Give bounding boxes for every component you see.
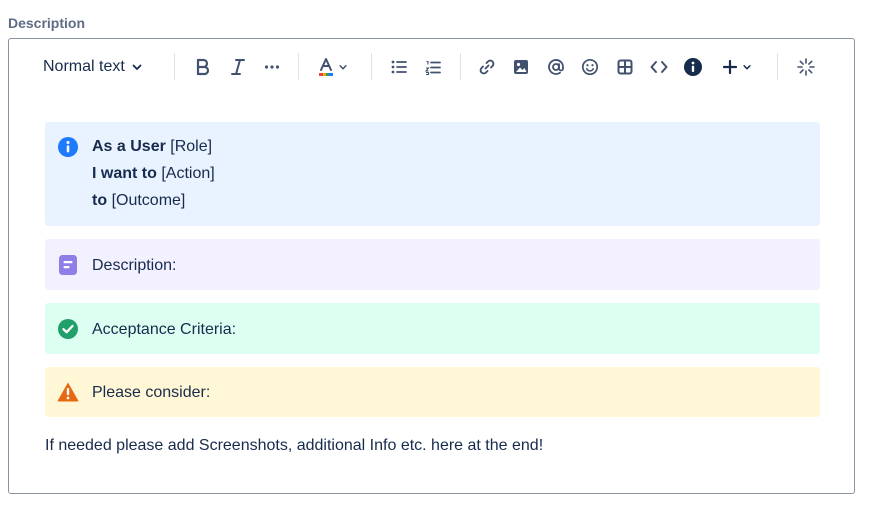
text-style-dropdown[interactable]: Normal text (43, 55, 143, 79)
table-icon (617, 59, 633, 75)
emoji-icon (581, 58, 599, 76)
success-text: Acceptance Criteria: (92, 321, 237, 338)
info-icon (58, 137, 78, 157)
emoji-button[interactable] (579, 55, 601, 79)
italic-button[interactable] (227, 55, 249, 79)
note-text: Description: (92, 257, 177, 274)
bullet-list-button[interactable] (388, 55, 410, 79)
warning-panel: Please consider: (45, 367, 820, 417)
bold-icon (196, 58, 210, 76)
toolbar-divider (298, 53, 299, 80)
insert-plus-icon (722, 59, 738, 75)
note-panel: Description: (45, 239, 820, 290)
check-circle-icon (58, 319, 78, 339)
description-editor[interactable]: Normal text As a User [Role] I want to [… (8, 38, 855, 494)
description-field-label: Description (8, 15, 86, 31)
action-label: I want to (92, 165, 157, 182)
chevron-down-icon (743, 65, 751, 70)
mention-icon (548, 59, 564, 75)
outcome-placeholder: [Outcome] (111, 192, 186, 209)
mention-button[interactable] (545, 55, 567, 79)
role-placeholder: [Role] (170, 138, 213, 155)
info-panel: As a User [Role] I want to [Action] to [… (45, 122, 820, 226)
code-button[interactable] (648, 55, 670, 79)
toolbar-divider (174, 53, 175, 80)
text-color-button[interactable] (315, 55, 351, 79)
user-action-line: I want to [Action] (92, 165, 215, 183)
link-button[interactable] (476, 55, 498, 79)
action-placeholder: [Action] (161, 165, 215, 182)
note-icon (59, 255, 77, 275)
text-style-label: Normal text (43, 58, 125, 75)
image-icon (514, 60, 528, 74)
toolbar-divider (777, 53, 778, 80)
insert-button[interactable] (720, 55, 754, 79)
chevron-down-icon (339, 65, 347, 70)
italic-icon (231, 59, 245, 75)
success-panel: Acceptance Criteria: (45, 303, 820, 354)
table-button[interactable] (614, 55, 636, 79)
user-role-line: As a User [Role] (92, 138, 212, 156)
bullet-list-icon (391, 60, 407, 74)
info-icon (684, 58, 702, 76)
numbered-list-button[interactable] (422, 55, 444, 79)
text-color-icon (319, 58, 333, 76)
outcome-label: to (92, 192, 108, 209)
warning-text: Please consider: (92, 384, 211, 401)
warning-icon (57, 382, 79, 402)
footer-paragraph[interactable]: If needed please add Screenshots, additi… (45, 437, 543, 455)
image-button[interactable] (510, 55, 532, 79)
link-icon (479, 59, 495, 75)
chevron-down-icon (131, 61, 143, 73)
toolbar-divider (460, 53, 461, 80)
info-panel-button[interactable] (682, 55, 704, 79)
numbered-list-icon (425, 60, 441, 75)
ai-button[interactable] (795, 55, 817, 79)
user-outcome-line: to [Outcome] (92, 192, 185, 210)
role-label: As a User (92, 138, 166, 155)
more-formatting-icon (264, 65, 280, 69)
editor-toolbar: Normal text (9, 39, 854, 95)
ai-sparkle-icon (797, 58, 815, 76)
bold-button[interactable] (192, 55, 214, 79)
code-icon (650, 61, 668, 73)
more-formatting-button[interactable] (261, 55, 283, 79)
toolbar-divider (371, 53, 372, 80)
